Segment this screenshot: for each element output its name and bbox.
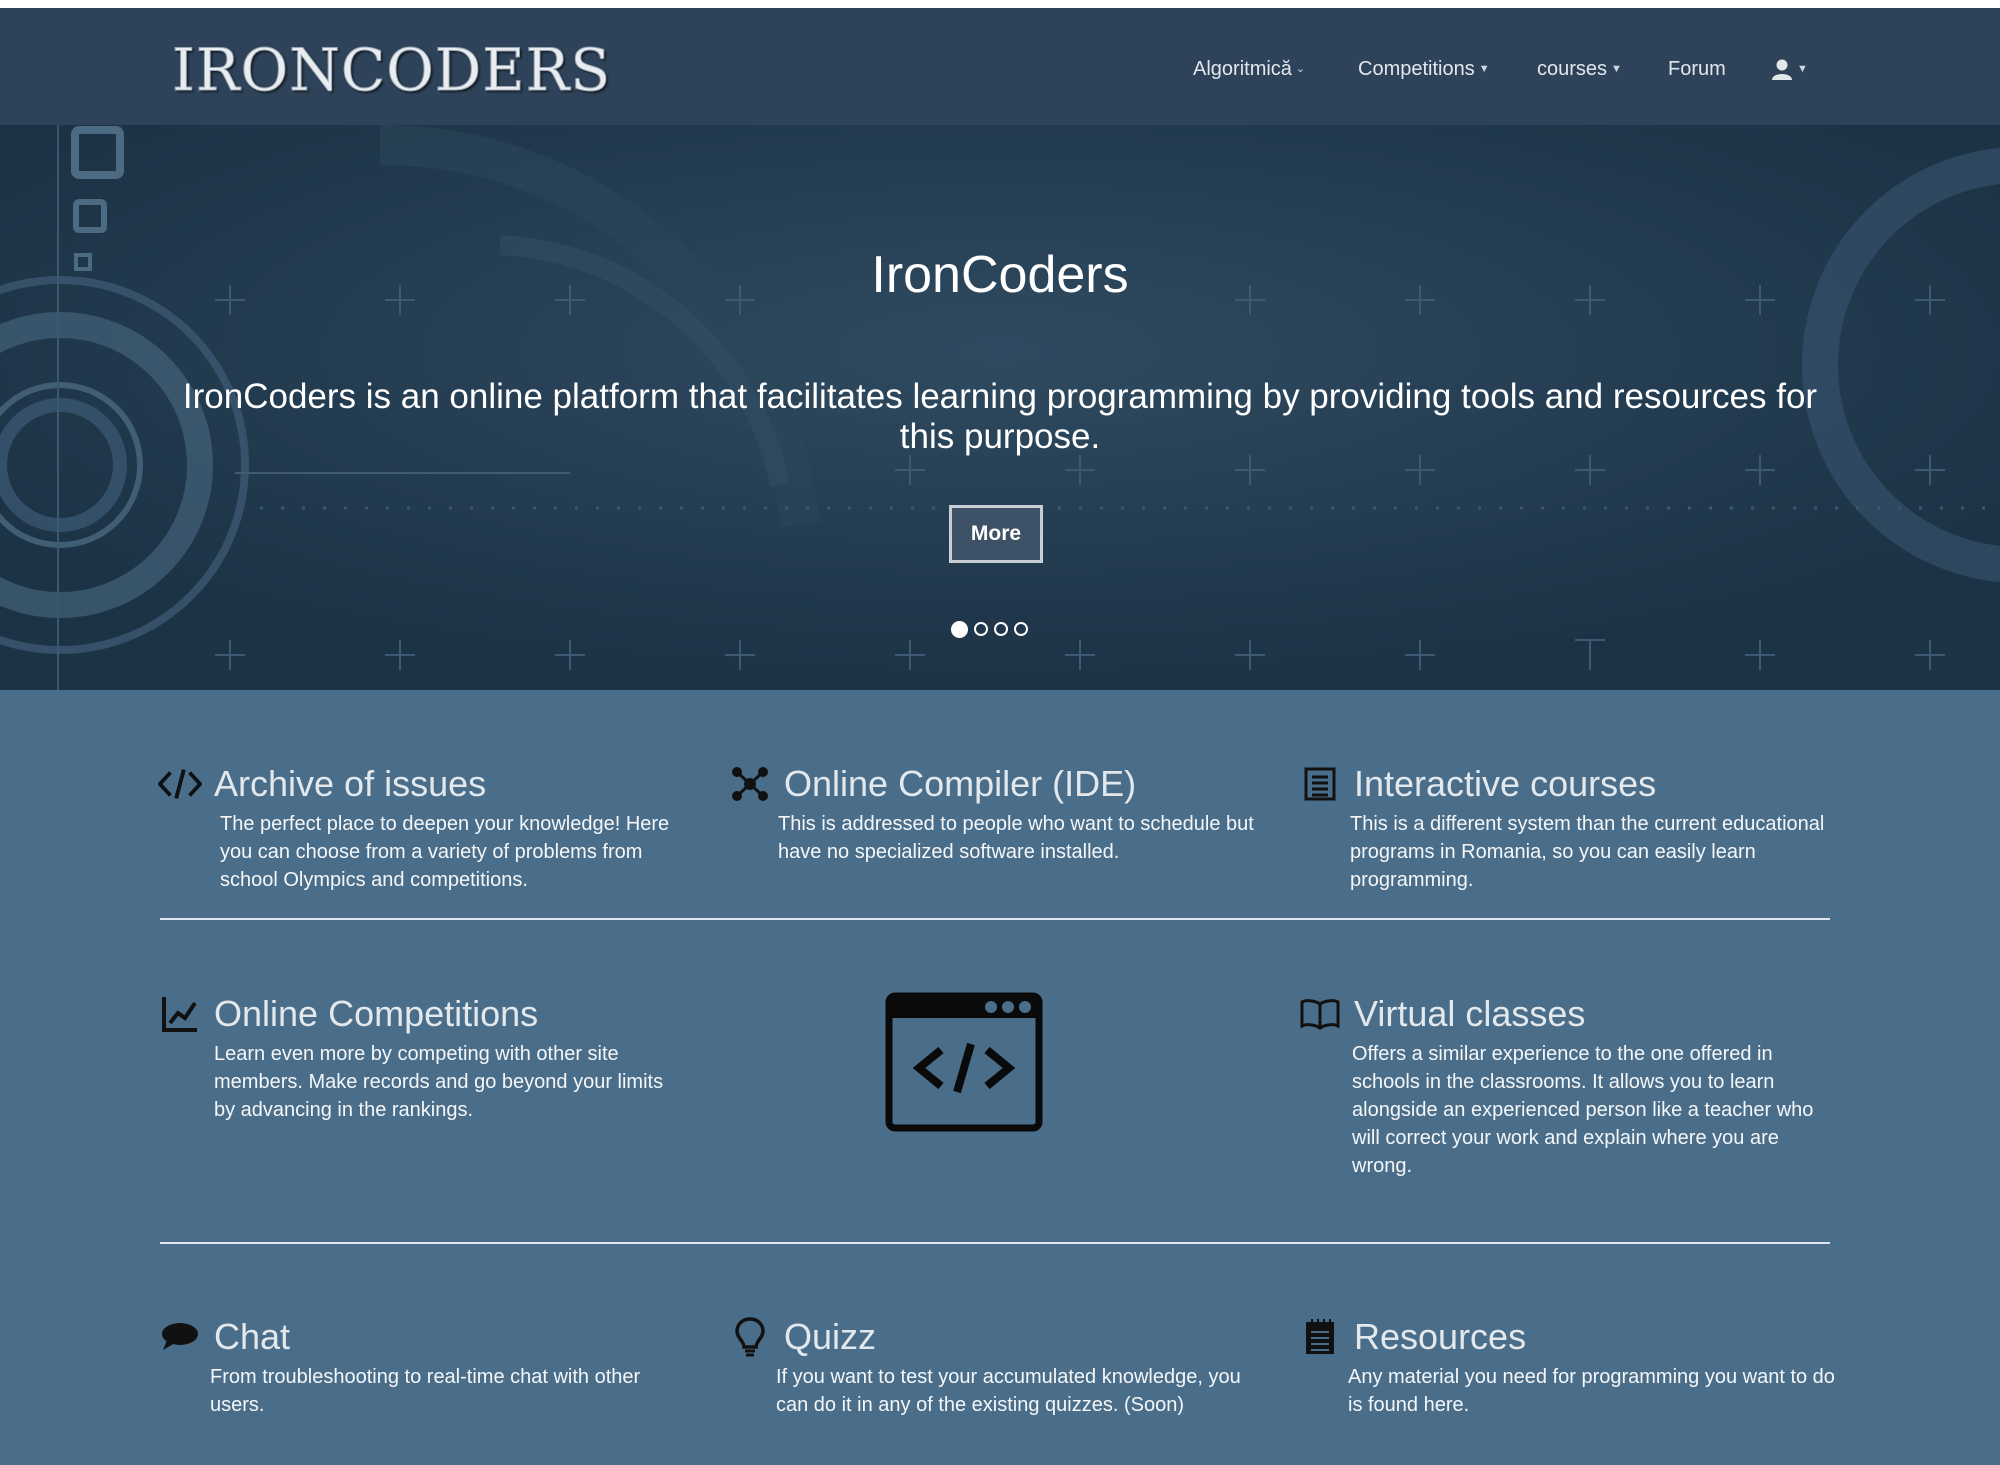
carousel-dot-3[interactable] <box>994 622 1008 636</box>
feature-title[interactable]: Quizz <box>784 1315 876 1359</box>
feature-desc: This is a different system than the curr… <box>1350 813 1825 891</box>
nav-item-label: Algoritmică <box>1193 58 1292 80</box>
feature-compiler: Online Compiler (IDE) This is addressed … <box>728 760 1288 866</box>
notepad-icon <box>1298 1315 1342 1359</box>
feature-quizz: Quizz If you want to test your accumulat… <box>728 1313 1288 1419</box>
feature-title[interactable]: Virtual classes <box>1354 992 1585 1036</box>
feature-desc: The perfect place to deepen your knowled… <box>220 813 670 891</box>
lightbulb-icon <box>728 1315 772 1359</box>
nav-item-label: Competitions <box>1358 58 1475 80</box>
features-section: Archive of issues The perfect place to d… <box>0 690 2000 1465</box>
carousel-dot-1[interactable] <box>951 621 968 638</box>
user-menu[interactable]: ▼ <box>1771 52 1808 86</box>
nav-item-label: courses <box>1537 58 1608 80</box>
list-icon <box>1298 762 1342 806</box>
nav-item-algoritmica[interactable]: Algoritmică ⌄ <box>1193 52 1305 86</box>
nav-item-courses[interactable]: courses ▼ <box>1537 52 1622 86</box>
feature-competitions: Online Competitions Learn even more by c… <box>158 990 678 1124</box>
carousel-indicators <box>951 621 1028 644</box>
code-icon <box>158 762 202 806</box>
hero-carousel: IronCoders IronCoders is an online platf… <box>0 125 2000 690</box>
user-icon <box>1771 58 1793 80</box>
feature-title[interactable]: Resources <box>1354 1315 1526 1359</box>
more-button[interactable]: More <box>949 505 1043 563</box>
navbar: IRONCODERS Algoritmică ⌄ Competitions ▼ … <box>0 8 2000 125</box>
feature-title[interactable]: Interactive courses <box>1354 762 1656 806</box>
feature-desc: This is addressed to people who want to … <box>778 813 1254 863</box>
feature-title[interactable]: Online Compiler (IDE) <box>784 762 1136 806</box>
feature-title[interactable]: Archive of issues <box>214 762 486 806</box>
caret-down-icon: ▼ <box>1611 63 1622 75</box>
feature-virtual-classes: Virtual classes Offers a similar experie… <box>1298 990 1838 1180</box>
top-strip <box>0 0 2000 8</box>
hero-text: IronCoders is an online platform that fa… <box>182 377 1818 456</box>
nav-menu: Algoritmică ⌄ Competitions ▼ courses ▼ F… <box>0 52 2000 86</box>
feature-title[interactable]: Online Competitions <box>214 992 538 1036</box>
caret-down-icon: ▼ <box>1797 63 1808 75</box>
feature-chat: Chat From troubleshooting to real-time c… <box>158 1313 678 1419</box>
carousel-dot-4[interactable] <box>1014 622 1028 636</box>
chat-icon <box>158 1315 202 1359</box>
feature-courses: Interactive courses This is a different … <box>1298 760 1838 894</box>
nodes-icon <box>728 762 772 806</box>
feature-desc: Any material you need for programming yo… <box>1348 1366 1835 1416</box>
book-icon <box>1298 992 1342 1036</box>
feature-title[interactable]: Chat <box>214 1315 290 1359</box>
feature-resources: Resources Any material you need for prog… <box>1298 1313 1838 1419</box>
row-divider <box>160 1242 1830 1244</box>
code-window-icon <box>885 992 1043 1132</box>
feature-desc: From troubleshooting to real-time chat w… <box>210 1366 641 1416</box>
row-divider <box>160 918 1830 920</box>
feature-desc: If you want to test your accumulated kno… <box>776 1366 1241 1416</box>
chart-icon <box>158 992 202 1036</box>
nav-item-label: Forum <box>1668 58 1726 80</box>
hero-title: IronCoders <box>871 246 1129 304</box>
nav-item-competitions[interactable]: Competitions ▼ <box>1358 52 1490 86</box>
feature-desc: Learn even more by competing with other … <box>214 1043 664 1121</box>
feature-desc: Offers a similar experience to the one o… <box>1352 1043 1814 1177</box>
chevron-down-icon: ⌄ <box>1295 63 1306 75</box>
nav-item-forum[interactable]: Forum <box>1668 52 1726 86</box>
caret-down-icon: ▼ <box>1478 63 1490 75</box>
feature-archive: Archive of issues The perfect place to d… <box>158 760 678 894</box>
carousel-dot-2[interactable] <box>974 622 988 636</box>
page: IRONCODERS Algoritmică ⌄ Competitions ▼ … <box>0 0 2000 1465</box>
